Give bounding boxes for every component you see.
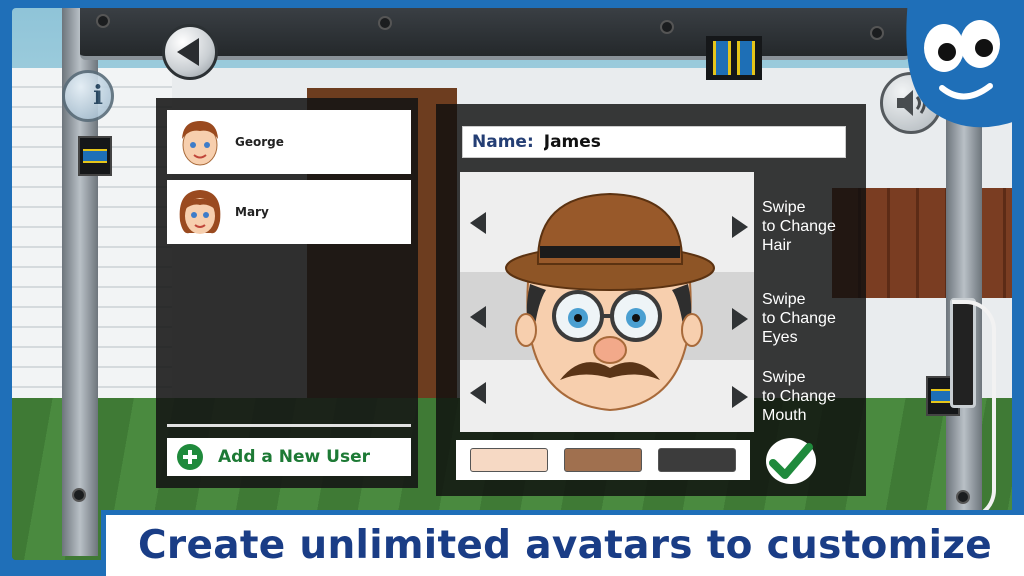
skin-tone-light[interactable]: [470, 448, 548, 472]
back-arrow-icon: [177, 38, 199, 66]
name-input[interactable]: [543, 132, 764, 152]
user-name: George: [235, 135, 284, 149]
swipe-hint-line: Mouth: [762, 407, 807, 424]
user-item-mary[interactable]: Mary: [167, 180, 411, 244]
frame-clip-left: [78, 136, 112, 176]
info-icon: i: [93, 81, 103, 111]
info-button[interactable]: i: [62, 70, 114, 122]
user-list-panel: George Mary Add a New User: [156, 98, 418, 488]
swipe-hint-eyes: Swipe to Change Eyes: [762, 290, 836, 347]
avatar-face-icon: [505, 192, 715, 412]
swipe-hint-line: to Change: [762, 218, 836, 235]
bolt-icon: [96, 14, 110, 28]
confirm-button[interactable]: [766, 438, 816, 484]
skin-tone-medium[interactable]: [564, 448, 642, 472]
swipe-hint-mouth: Swipe to Change Mouth: [762, 368, 836, 425]
plus-circle-icon: [177, 444, 203, 470]
swipe-hint-line: Hair: [762, 237, 792, 254]
avatar-preview[interactable]: [460, 172, 754, 432]
bolt-icon: [660, 20, 674, 34]
swipe-hint-hair: Swipe to Change Hair: [762, 198, 836, 255]
bolt-icon: [870, 26, 884, 40]
skin-tone-dark[interactable]: [658, 448, 736, 472]
swipe-hint-line: Swipe: [762, 291, 806, 308]
user-name: Mary: [235, 205, 269, 219]
cable: [952, 300, 996, 520]
add-new-user-label: Add a New User: [218, 447, 371, 467]
promo-caption: Create unlimited avatars to customize: [101, 510, 1024, 576]
bolt-icon: [378, 16, 392, 30]
skin-tone-picker: [456, 440, 750, 480]
boy-face-icon: [182, 121, 218, 166]
swipe-hint-line: Swipe: [762, 199, 806, 216]
frame-clip-top: [706, 36, 762, 80]
girl-face-icon: [179, 190, 221, 234]
mascot-logo: [906, 0, 1024, 128]
swipe-hint-line: Swipe: [762, 369, 806, 386]
back-button[interactable]: [162, 24, 218, 80]
add-new-user-button[interactable]: Add a New User: [167, 438, 411, 476]
swipe-hint-line: to Change: [762, 388, 836, 405]
panel-divider: [167, 424, 411, 427]
avatar-editor-panel: Name: James Swipe to Change Hair Swipe t…: [436, 104, 866, 496]
user-item-george[interactable]: George: [167, 110, 411, 174]
swipe-hint-line: Eyes: [762, 329, 798, 346]
swipe-hint-line: to Change: [762, 310, 836, 327]
name-field-row: Name:: [462, 126, 846, 158]
bolt-icon: [72, 488, 86, 502]
name-label: Name:: [472, 132, 534, 152]
checkmark-icon: [769, 443, 813, 479]
